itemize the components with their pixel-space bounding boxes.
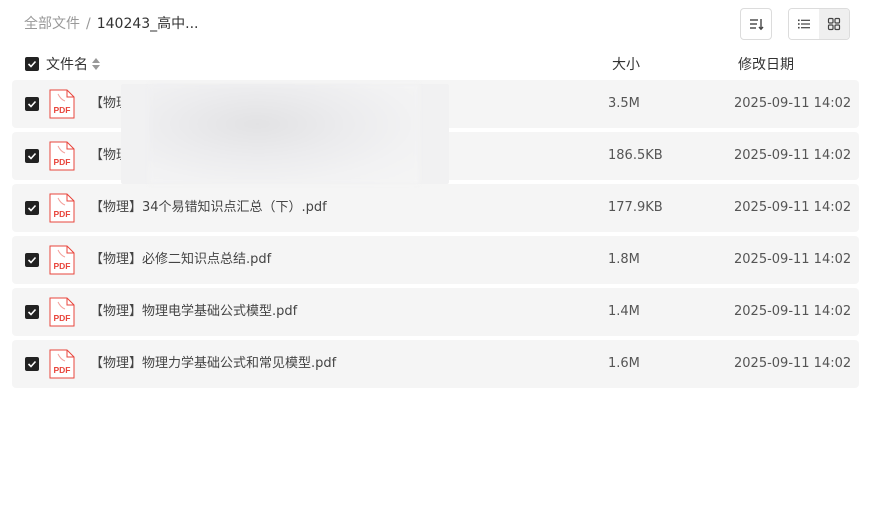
- check-icon: [27, 152, 37, 160]
- svg-text:PDF: PDF: [54, 209, 71, 219]
- file-date: 2025-09-11 14:02: [734, 304, 852, 319]
- list-view-button[interactable]: [789, 9, 819, 39]
- redaction-blur-overlay: [121, 84, 449, 184]
- grid-view-button[interactable]: [819, 9, 849, 39]
- list-view-icon: [798, 19, 810, 29]
- pdf-file-icon: PDF: [49, 297, 75, 327]
- grid-view-icon: [827, 17, 841, 31]
- column-header-size[interactable]: 大小: [612, 54, 640, 74]
- file-row[interactable]: PDF 【物理】必修二知识点总结.pdf 1.8M 2025-09-11 14:…: [12, 236, 859, 284]
- file-size: 1.6M: [608, 356, 640, 371]
- pdf-file-icon: PDF: [49, 349, 75, 379]
- pdf-file-icon: PDF: [49, 245, 75, 275]
- file-name[interactable]: 【物理】必修二知识点总结.pdf: [90, 251, 271, 269]
- file-date: 2025-09-11 14:02: [734, 200, 852, 215]
- column-header-name-label: 文件名: [46, 57, 88, 73]
- file-size: 177.9KB: [608, 200, 663, 215]
- top-bar: 全部文件 / 140243_高中...: [0, 0, 874, 48]
- pdf-file-icon: PDF: [49, 89, 75, 119]
- column-header-name[interactable]: 文件名: [46, 54, 100, 74]
- sort-caret-icon: [92, 58, 100, 70]
- view-toggle: [788, 8, 850, 40]
- check-icon: [27, 360, 37, 368]
- breadcrumb-separator: /: [86, 16, 91, 32]
- breadcrumb-root-link[interactable]: 全部文件: [24, 14, 80, 34]
- file-size: 3.5M: [608, 96, 640, 111]
- check-icon: [27, 256, 37, 264]
- file-checkbox[interactable]: [25, 149, 39, 163]
- file-date: 2025-09-11 14:02: [734, 252, 852, 267]
- breadcrumb: 全部文件 / 140243_高中...: [24, 14, 199, 34]
- svg-text:PDF: PDF: [54, 365, 71, 375]
- column-header-date[interactable]: 修改日期: [738, 54, 794, 74]
- file-checkbox[interactable]: [25, 201, 39, 215]
- file-name[interactable]: 【物理】34个易错知识点汇总（下）.pdf: [90, 199, 327, 217]
- file-checkbox[interactable]: [25, 253, 39, 267]
- svg-text:PDF: PDF: [54, 157, 71, 167]
- file-name[interactable]: 【物理】物理力学基础公式和常见模型.pdf: [90, 355, 336, 373]
- file-checkbox[interactable]: [25, 357, 39, 371]
- select-all-checkbox[interactable]: [25, 57, 39, 71]
- file-size: 1.4M: [608, 304, 640, 319]
- check-icon: [27, 100, 37, 108]
- file-size: 1.8M: [608, 252, 640, 267]
- file-list-header: 文件名 大小 修改日期: [12, 52, 859, 76]
- file-checkbox[interactable]: [25, 305, 39, 319]
- sort-button[interactable]: [740, 8, 772, 40]
- svg-text:PDF: PDF: [54, 313, 71, 323]
- pdf-file-icon: PDF: [49, 141, 75, 171]
- file-checkbox[interactable]: [25, 97, 39, 111]
- file-date: 2025-09-11 14:02: [734, 148, 852, 163]
- file-date: 2025-09-11 14:02: [734, 96, 852, 111]
- pdf-file-icon: PDF: [49, 193, 75, 223]
- file-row[interactable]: PDF 【物理】34个易错知识点汇总（下）.pdf 177.9KB 2025-0…: [12, 184, 859, 232]
- check-icon: [27, 308, 37, 316]
- file-date: 2025-09-11 14:02: [734, 356, 852, 371]
- svg-text:PDF: PDF: [54, 261, 71, 271]
- sort-lines-icon: [750, 19, 764, 31]
- check-icon: [27, 204, 37, 212]
- check-icon: [27, 60, 37, 68]
- file-row[interactable]: PDF 【物理】物理电学基础公式模型.pdf 1.4M 2025-09-11 1…: [12, 288, 859, 336]
- file-size: 186.5KB: [608, 148, 663, 163]
- svg-text:PDF: PDF: [54, 105, 71, 115]
- file-row[interactable]: PDF 【物理】物理力学基础公式和常见模型.pdf 1.6M 2025-09-1…: [12, 340, 859, 388]
- file-name[interactable]: 【物理】物理电学基础公式模型.pdf: [90, 303, 297, 321]
- breadcrumb-current-folder: 140243_高中...: [96, 16, 199, 32]
